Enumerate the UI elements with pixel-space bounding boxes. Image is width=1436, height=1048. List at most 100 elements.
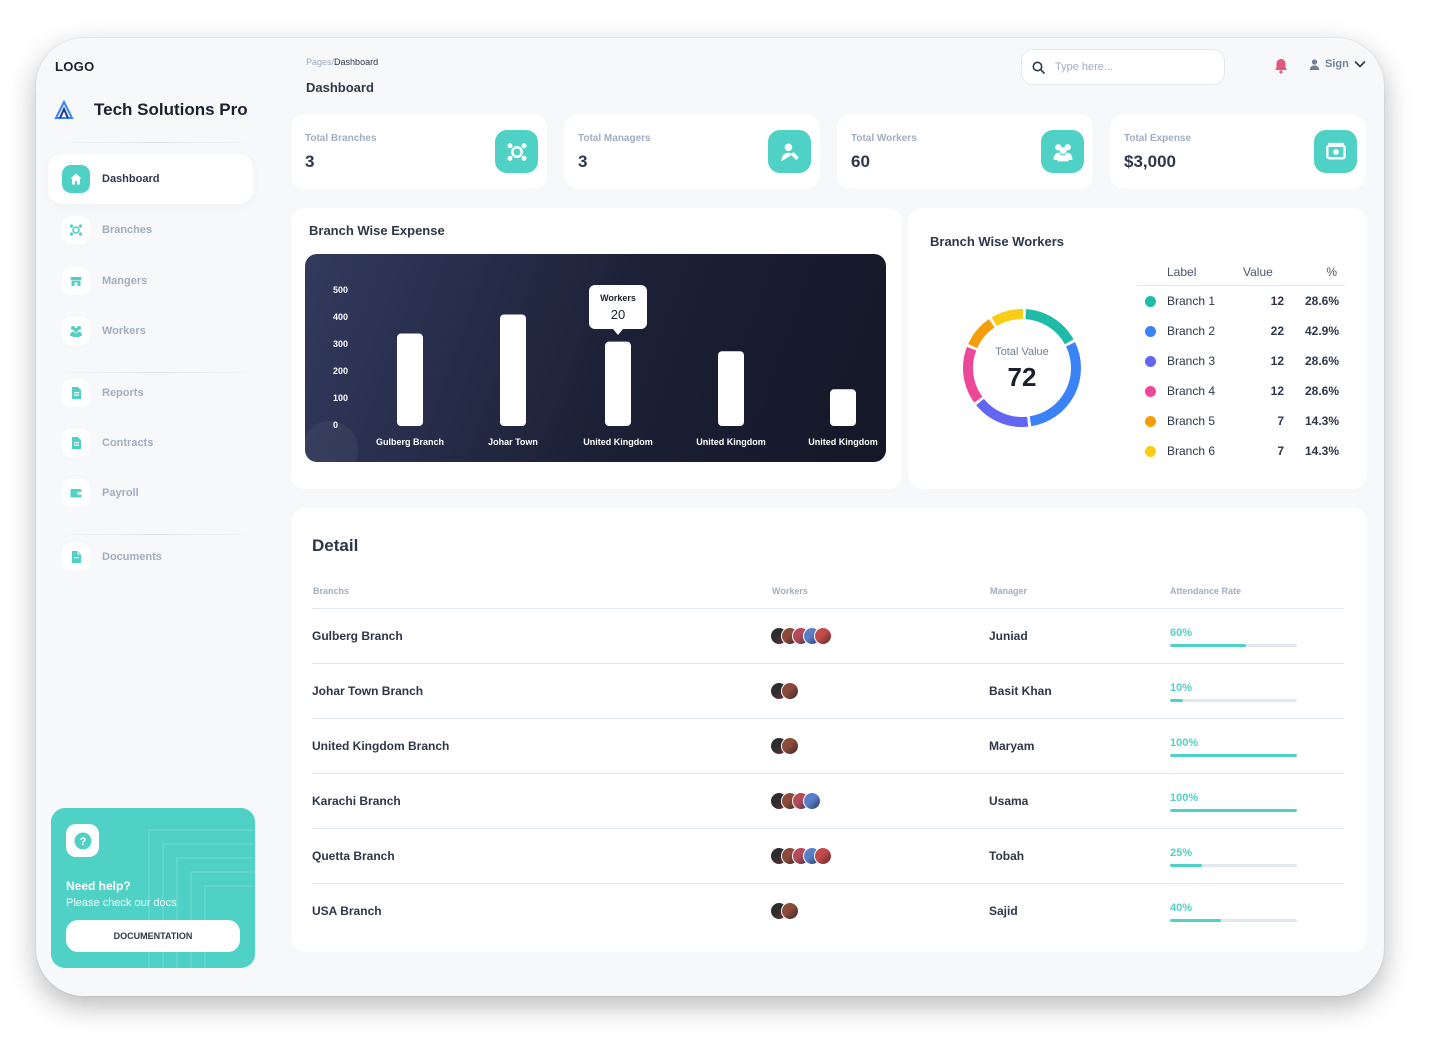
page-title: Dashboard: [306, 80, 374, 95]
legend-color-dot: [1145, 416, 1156, 427]
donut-slice[interactable]: [968, 319, 995, 349]
document-icon: [62, 379, 90, 407]
workers-icon: [62, 317, 90, 345]
stat-value: 3: [578, 152, 588, 171]
legend-label: Branch 3: [1167, 354, 1216, 368]
avatar[interactable]: [814, 627, 832, 645]
file-icon: [62, 543, 90, 571]
x-category-label: United Kingdom: [583, 437, 653, 447]
y-tick-label: 300: [333, 339, 348, 349]
tooltip-value: 20: [611, 307, 625, 322]
sidebar-item-workers[interactable]: Workers: [48, 306, 253, 356]
legend-row: Branch 6 7 14.3%: [1137, 436, 1347, 466]
stat-card: Total Workers 60: [837, 114, 1093, 189]
sidebar-item-dashboard[interactable]: Dashboard: [48, 154, 253, 204]
signin-label: Sign: [1325, 58, 1349, 70]
breadcrumb-parent[interactable]: Pages: [306, 57, 332, 67]
attendance-rate: 100%: [1170, 792, 1199, 804]
legend-percent: 28.6%: [1304, 384, 1339, 398]
table-row[interactable]: United Kingdom Branch Maryam 100%: [312, 718, 1344, 773]
donut-slice[interactable]: [1025, 309, 1074, 345]
table-row[interactable]: Johar Town Branch Basit Khan 10%: [312, 663, 1344, 718]
svg-text:?: ?: [79, 836, 86, 848]
workers-title: Branch Wise Workers: [930, 234, 1065, 249]
donut-slice[interactable]: [991, 309, 1024, 327]
table-row[interactable]: Gulberg Branch Juniad 60%: [312, 608, 1344, 663]
expense-bar-chart: 500 400 300 200 100 0 Gulberg Branch Johar Town…: [305, 285, 878, 462]
sidebar-item-label: Payroll: [102, 487, 139, 499]
search-box[interactable]: [1021, 49, 1225, 85]
chart-background-glow: [305, 421, 358, 462]
expense-bar[interactable]: [605, 341, 631, 426]
expense-bar[interactable]: [718, 351, 744, 426]
legend-color-dot: [1145, 386, 1156, 397]
wallet-icon: [62, 479, 90, 507]
avatar[interactable]: [803, 792, 821, 810]
donut-center-label: Total Value: [995, 346, 1049, 358]
branch-name: USA Branch: [312, 904, 382, 918]
legend-color-dot: [1145, 446, 1156, 457]
avatar[interactable]: [781, 682, 799, 700]
donut-slice[interactable]: [976, 398, 1029, 427]
legend-row: Branch 1 12 28.6%: [1137, 286, 1347, 316]
attendance-progress: [1170, 644, 1297, 647]
sidebar-item-documents[interactable]: Documents: [48, 532, 253, 582]
stat-label: Total Expense: [1124, 133, 1192, 144]
branch-name: Quetta Branch: [312, 849, 395, 863]
attendance-progress-fill: [1170, 754, 1297, 757]
sidebar-item-label: Reports: [102, 387, 144, 399]
legend-color-dot: [1145, 296, 1156, 307]
table-row[interactable]: USA Branch Sajid 40%: [312, 883, 1344, 938]
legend-header-value: Value: [1243, 265, 1273, 279]
home-icon: [62, 165, 90, 193]
expense-bar[interactable]: [830, 389, 856, 426]
table-row[interactable]: Quetta Branch Tobah 25%: [312, 828, 1344, 883]
branch-name: Gulberg Branch: [312, 629, 403, 643]
tooltip-pointer: [613, 329, 623, 335]
legend-label: Branch 2: [1167, 324, 1216, 338]
legend-label: Branch 5: [1167, 414, 1216, 428]
column-header-manager: Manager: [990, 586, 1028, 596]
legend-label: Branch 6: [1167, 444, 1216, 458]
brand[interactable]: Tech Solutions Pro: [54, 100, 248, 120]
sidebar-item-reports[interactable]: Reports: [48, 368, 253, 418]
documentation-button[interactable]: DOCUMENTATION: [66, 920, 240, 952]
search-input[interactable]: [1055, 61, 1205, 73]
legend-percent: 28.6%: [1304, 294, 1339, 308]
legend-header-label: Label: [1167, 265, 1197, 279]
sidebar-item-label: Branches: [102, 224, 153, 236]
table-row[interactable]: Karachi Branch Usama 100%: [312, 773, 1344, 828]
manager-icon: [768, 130, 811, 173]
sidebar-item-contracts[interactable]: Contracts: [48, 418, 253, 468]
expense-bar[interactable]: [397, 333, 423, 426]
bell-icon[interactable]: [1274, 58, 1288, 79]
x-category-label: Johar Town: [488, 437, 538, 447]
sidebar-item-branches[interactable]: Branches: [48, 205, 253, 255]
sidebar-item-mangers[interactable]: Mangers: [48, 256, 253, 306]
legend-label: Branch 4: [1167, 384, 1216, 398]
help-card: ? Need help? Please check our docs DOCUM…: [51, 808, 255, 968]
branches-icon: [62, 216, 90, 244]
user-icon: [1309, 58, 1320, 70]
legend-value: 12: [1270, 354, 1284, 368]
legend-value: 7: [1277, 444, 1284, 458]
y-tick-label: 100: [333, 393, 348, 403]
attendance-progress: [1170, 919, 1297, 922]
legend-row: Branch 2 22 42.9%: [1137, 316, 1347, 346]
sidebar-item-payroll[interactable]: Payroll: [48, 468, 253, 518]
search-icon: [1032, 61, 1045, 74]
expense-bar[interactable]: [500, 314, 526, 426]
legend-value: 7: [1277, 414, 1284, 428]
branch-name: Karachi Branch: [312, 794, 401, 808]
signin-menu[interactable]: Sign: [1309, 58, 1366, 70]
x-category-label: United Kingdom: [808, 437, 878, 447]
avatar[interactable]: [781, 902, 799, 920]
logo-text: LOGO: [55, 59, 95, 74]
avatar[interactable]: [781, 737, 799, 755]
avatar[interactable]: [814, 847, 832, 865]
worker-avatars: [770, 902, 799, 920]
legend-label: Branch 1: [1167, 294, 1216, 308]
sidebar-item-label: Workers: [102, 325, 146, 337]
detail-panel: Detail Branchs Workers Manager Attendanc…: [291, 508, 1367, 952]
legend-percent: 14.3%: [1304, 444, 1339, 458]
